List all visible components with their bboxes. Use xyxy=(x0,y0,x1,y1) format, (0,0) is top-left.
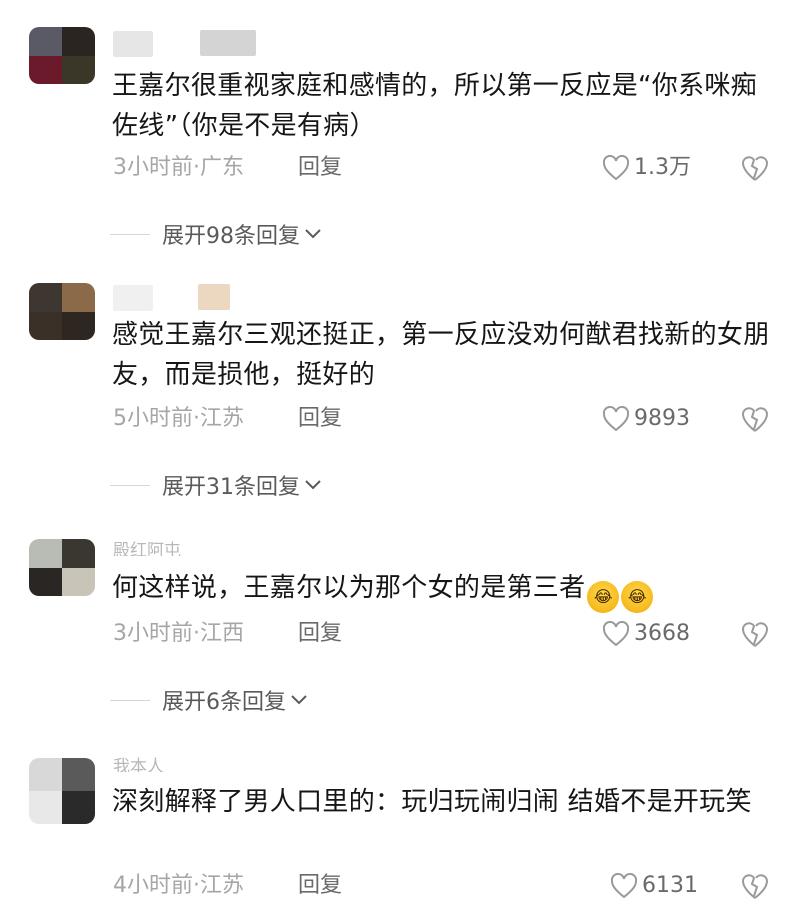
heart-outline-icon xyxy=(610,873,638,899)
comment-text-body: 何这样说，王嘉尔以为那个女的是第三者 xyxy=(112,573,586,603)
expand-replies-label: 展开31条回复 xyxy=(162,475,300,500)
broken-heart-icon xyxy=(741,156,769,181)
expand-replies-button[interactable]: 展开6条回复 xyxy=(110,684,308,716)
avatar[interactable] xyxy=(29,27,95,84)
like-button[interactable]: 9893 xyxy=(602,403,690,435)
like-count: 3668 xyxy=(634,621,690,646)
reply-button[interactable]: 回复 xyxy=(298,403,342,435)
chevron-down-icon xyxy=(305,480,321,490)
chevron-down-icon xyxy=(305,229,321,239)
reply-button[interactable]: 回复 xyxy=(298,152,342,184)
avatar-pixel xyxy=(29,55,62,84)
broken-heart-icon xyxy=(741,874,769,899)
avatar-pixel xyxy=(62,791,95,824)
reply-button[interactable]: 回复 xyxy=(298,870,342,902)
heart-outline-icon xyxy=(602,155,630,181)
broken-heart-icon xyxy=(741,407,769,432)
comment-text: 感觉王嘉尔三观还挺正，第一反应没劝何猷君找新的女朋友，而是损他，挺好的 xyxy=(112,320,770,390)
avatar-pixel xyxy=(29,283,62,312)
dislike-button[interactable] xyxy=(740,872,770,902)
avatar[interactable] xyxy=(29,758,95,824)
dislike-button[interactable] xyxy=(740,154,770,184)
comment-text: 何这样说，王嘉尔以为那个女的是第三者 😂 😂 xyxy=(112,568,772,613)
like-count: 9893 xyxy=(634,406,690,431)
avatar[interactable] xyxy=(29,539,95,596)
avatar-pixel xyxy=(62,539,95,568)
divider-line xyxy=(110,484,150,486)
avatar-pixel xyxy=(29,791,62,824)
comment-meta: 3小时前·广东 xyxy=(113,155,244,180)
divider-line xyxy=(110,699,150,701)
comment-text: 王嘉尔很重视家庭和感情的，所以第一反应是“你系咪痴佐线”（你是不是有病） xyxy=(112,71,757,141)
comment-meta: 4小时前·江苏 xyxy=(113,873,244,898)
avatar-pixel xyxy=(62,27,95,56)
avatar-pixel xyxy=(29,27,62,56)
expand-replies-button[interactable]: 展开31条回复 xyxy=(110,469,322,501)
username-blurred[interactable] xyxy=(200,30,256,56)
comment-meta: 3小时前·江西 xyxy=(113,621,244,646)
comment-meta: 5小时前·江苏 xyxy=(113,406,244,431)
dislike-button[interactable] xyxy=(740,620,770,650)
heart-outline-icon xyxy=(602,406,630,432)
avatar-pixel xyxy=(62,55,95,84)
avatar-pixel xyxy=(29,758,62,791)
like-button[interactable]: 3668 xyxy=(602,618,690,650)
avatar-pixel xyxy=(29,567,62,596)
laughing-crying-emoji: 😂 xyxy=(587,581,620,613)
avatar-pixel xyxy=(29,311,62,340)
chevron-down-icon xyxy=(291,695,307,705)
laughing-crying-emoji: 😂 xyxy=(621,581,654,613)
username-blurred[interactable] xyxy=(113,285,153,311)
like-button[interactable]: 6131 xyxy=(610,870,698,902)
heart-outline-icon xyxy=(602,621,630,647)
expand-replies-label: 展开6条回复 xyxy=(162,690,286,715)
avatar-pixel xyxy=(62,567,95,596)
dislike-button[interactable] xyxy=(740,405,770,435)
broken-heart-icon xyxy=(741,622,769,647)
avatar-pixel xyxy=(62,758,95,791)
expand-replies-label: 展开98条回复 xyxy=(162,224,300,249)
divider-line xyxy=(110,233,150,235)
like-count: 6131 xyxy=(642,873,698,898)
username-blurred[interactable] xyxy=(113,31,153,57)
comment-text: 深刻解释了男人口里的：玩归玩闹归闹 结婚不是开玩笑 xyxy=(112,787,752,817)
avatar-pixel xyxy=(62,311,95,340)
avatar-pixel xyxy=(62,283,95,312)
username[interactable]: 殿红阿屯 xyxy=(113,540,181,556)
like-button[interactable]: 1.3万 xyxy=(602,152,691,184)
reply-button[interactable]: 回复 xyxy=(298,618,342,650)
expand-replies-button[interactable]: 展开98条回复 xyxy=(110,218,322,250)
username-blurred[interactable] xyxy=(198,284,230,310)
like-count: 1.3万 xyxy=(634,155,691,180)
avatar-pixel xyxy=(29,539,62,568)
avatar[interactable] xyxy=(29,283,95,340)
username[interactable]: 我本人 xyxy=(113,756,164,772)
